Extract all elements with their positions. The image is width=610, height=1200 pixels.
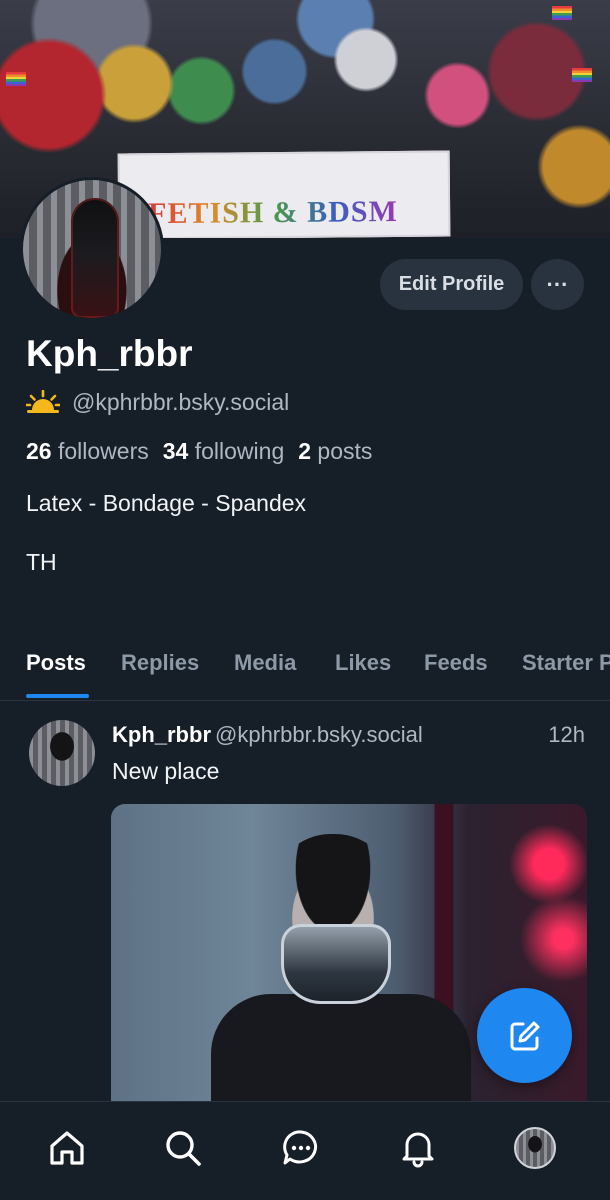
nav-chat[interactable] xyxy=(279,1126,323,1170)
nav-notifications[interactable] xyxy=(396,1126,440,1170)
rainbow-flag-icon xyxy=(552,6,572,20)
post-header: Kph_rbbr @kphrbbr.bsky.social xyxy=(112,722,423,748)
followers-label: followers xyxy=(57,438,149,464)
post-author-avatar[interactable] xyxy=(29,720,95,786)
tab-starter-packs[interactable]: Starter Packs xyxy=(522,650,610,676)
posts-count: 2 xyxy=(298,438,312,464)
bio-line: Latex - Bondage - Spandex xyxy=(26,490,307,516)
chat-icon xyxy=(283,1130,317,1165)
handle-row: @kphrbbr.bsky.social xyxy=(26,387,289,417)
post-author-name[interactable]: Kph_rbbr xyxy=(112,722,211,747)
banner-sign-text: FETISH & BDSM xyxy=(148,195,399,231)
profile-handle: @kphrbbr.bsky.social xyxy=(72,388,290,415)
following-label: following xyxy=(194,438,285,464)
profile-stats: 26 followers 34 following 2 posts xyxy=(26,438,372,465)
bottom-navigation xyxy=(0,1101,610,1200)
posts-stat: 2 posts xyxy=(298,438,372,465)
avatar-figure xyxy=(71,198,119,318)
tab-replies[interactable]: Replies xyxy=(121,650,199,676)
nav-search[interactable] xyxy=(161,1126,205,1170)
sunrise-icon xyxy=(26,390,60,413)
profile-tabs: Posts Replies Media Likes Feeds Starter … xyxy=(0,630,610,701)
bell-icon xyxy=(402,1132,434,1168)
post-image-mask xyxy=(281,924,391,1004)
tab-media[interactable]: Media xyxy=(234,650,296,676)
profile-avatar[interactable] xyxy=(20,177,164,321)
post-timestamp[interactable]: 12h xyxy=(548,722,585,748)
tab-feeds[interactable]: Feeds xyxy=(424,650,488,676)
following-count: 34 xyxy=(162,438,189,464)
followers-link[interactable]: 26 followers xyxy=(26,438,149,465)
posts-label: posts xyxy=(317,438,373,464)
nav-home[interactable] xyxy=(45,1126,89,1170)
post-author-handle[interactable]: @kphrbbr.bsky.social xyxy=(215,722,423,747)
banner-sign: FETISH & BDSM xyxy=(117,150,451,238)
profile-avatar xyxy=(514,1127,556,1169)
search-icon xyxy=(166,1131,201,1166)
post-text: New place xyxy=(112,758,220,784)
more-dots-icon: ··· xyxy=(546,271,569,297)
bio-line: TH xyxy=(26,549,57,575)
tab-likes[interactable]: Likes xyxy=(335,650,391,676)
following-link[interactable]: 34 following xyxy=(163,438,284,465)
compose-icon xyxy=(510,1021,539,1050)
post-image-figure xyxy=(211,994,471,1104)
more-options-button[interactable]: ··· xyxy=(531,259,584,310)
rainbow-flag-icon xyxy=(6,72,26,86)
nav-profile[interactable] xyxy=(513,1126,557,1170)
rainbow-flag-icon xyxy=(572,68,592,82)
active-tab-indicator xyxy=(26,694,89,698)
compose-button[interactable] xyxy=(477,988,572,1083)
followers-count: 26 xyxy=(26,438,52,464)
display-name: Kph_rbbr xyxy=(26,333,193,374)
tab-posts[interactable]: Posts xyxy=(26,650,86,676)
edit-profile-button[interactable]: Edit Profile xyxy=(380,259,523,310)
home-icon xyxy=(50,1131,84,1165)
